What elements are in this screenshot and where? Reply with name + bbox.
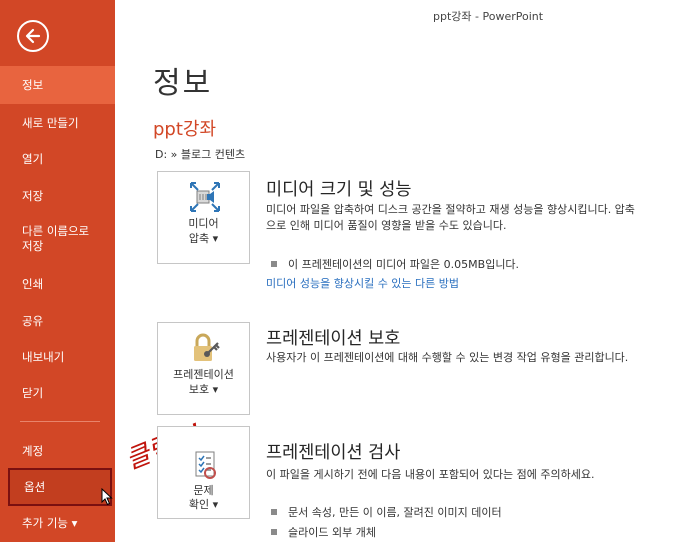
compress-media-label-2: 압축 ▾ <box>188 232 219 245</box>
check-for-issues-label: 문제 <box>193 484 214 497</box>
bullet-text: 문서 속성, 만든 이 이름, 잘려진 이미지 데이터 <box>288 506 502 519</box>
sidebar-item-share[interactable]: 공유 <box>0 314 115 329</box>
sidebar-item-addins[interactable]: 추가 기능 ▾ <box>0 516 115 531</box>
bullet-text: 슬라이드 외부 개체 <box>288 526 376 539</box>
bullet-text: 이 프레젠테이션의 미디어 파일은 0.05MB입니다. <box>288 258 520 271</box>
inspect-bullet-1: 문서 속성, 만든 이 이름, 잘려진 이미지 데이터 <box>271 504 502 520</box>
sidebar-item-label: 옵션 <box>24 480 46 494</box>
sidebar-item-account[interactable]: 계정 <box>0 444 115 459</box>
sidebar-item-label: 계정 <box>22 444 44 458</box>
sidebar-item-label: 다른 이름으로 저장 <box>22 224 90 253</box>
window-title: ppt강좌 - PowerPoint <box>433 10 544 23</box>
compress-media-label: 미디어 <box>188 217 219 230</box>
sidebar-item-label: 닫기 <box>22 386 44 400</box>
inspect-checklist-icon <box>195 451 216 479</box>
sidebar-item-open[interactable]: 열기 <box>0 152 115 167</box>
protect-section-description: 사용자가 이 프레젠테이션에 대해 수행할 수 있는 변경 작업 유형을 관리합… <box>266 351 629 364</box>
sidebar-item-export[interactable]: 내보내기 <box>0 350 115 365</box>
sidebar-divider <box>20 421 100 422</box>
inspect-section-description: 이 파일을 게시하기 전에 다음 내용이 포함되어 있다는 점에 주의하세요. <box>266 468 595 481</box>
back-arrow-icon <box>25 28 41 44</box>
check-for-issues-label-2: 확인 ▾ <box>188 498 219 511</box>
sidebar-item-label: 공유 <box>22 314 44 328</box>
media-compress-icon <box>190 182 220 212</box>
sidebar-item-save-as[interactable]: 다른 이름으로 저장 <box>0 224 105 254</box>
page-title: 정보 <box>153 66 213 101</box>
back-button[interactable] <box>17 20 49 52</box>
bullet-icon <box>271 261 277 267</box>
mouse-cursor-icon <box>101 488 113 506</box>
sidebar-item-label: 추가 기능 ▾ <box>22 516 78 530</box>
sidebar-item-label: 정보 <box>22 78 44 92</box>
sidebar-item-options[interactable]: 옵션 <box>8 468 112 506</box>
media-performance-link[interactable]: 미디어 성능을 향상시킬 수 있는 다른 방법 <box>266 275 459 291</box>
bullet-icon <box>271 509 277 515</box>
sidebar-item-label: 열기 <box>22 152 44 166</box>
media-section-description: 미디어 파일을 압축하여 디스크 공간을 절약하고 재생 성능을 향상시킵니다.… <box>266 203 635 232</box>
sidebar-item-label: 새로 만들기 <box>22 116 79 130</box>
protect-section-title: 프레젠테이션 보호 <box>266 329 401 349</box>
media-section-title: 미디어 크기 및 성능 <box>266 180 412 200</box>
sidebar-item-save[interactable]: 저장 <box>0 189 115 204</box>
sidebar-item-info[interactable]: 정보 <box>0 66 115 104</box>
check-for-issues-button[interactable]: 문제 확인 ▾ <box>157 426 250 519</box>
inspect-bullet-2: 슬라이드 외부 개체 <box>271 524 376 540</box>
bullet-icon <box>271 529 277 535</box>
backstage-sidebar: 정보 새로 만들기 열기 저장 다른 이름으로 저장 인쇄 공유 내보내기 닫기… <box>0 0 115 542</box>
sidebar-item-label: 인쇄 <box>22 277 44 291</box>
sidebar-item-print[interactable]: 인쇄 <box>0 277 115 292</box>
sidebar-item-label: 저장 <box>22 189 44 203</box>
protect-presentation-label-2: 보호 ▾ <box>188 383 219 396</box>
sidebar-item-label: 내보내기 <box>22 350 65 364</box>
compress-media-button[interactable]: 미디어 압축 ▾ <box>157 171 250 264</box>
protect-presentation-label: 프레젠테이션 <box>173 368 234 381</box>
inspect-section-title: 프레젠테이션 검사 <box>266 443 401 463</box>
sidebar-item-close[interactable]: 닫기 <box>0 386 115 401</box>
sidebar-item-new[interactable]: 새로 만들기 <box>0 116 115 131</box>
document-path[interactable]: D: » 블로그 컨텐츠 <box>155 146 245 162</box>
lock-key-icon <box>194 333 220 361</box>
document-name: ppt강좌 <box>153 119 217 140</box>
media-size-bullet: 이 프레젠테이션의 미디어 파일은 0.05MB입니다. <box>271 256 519 272</box>
